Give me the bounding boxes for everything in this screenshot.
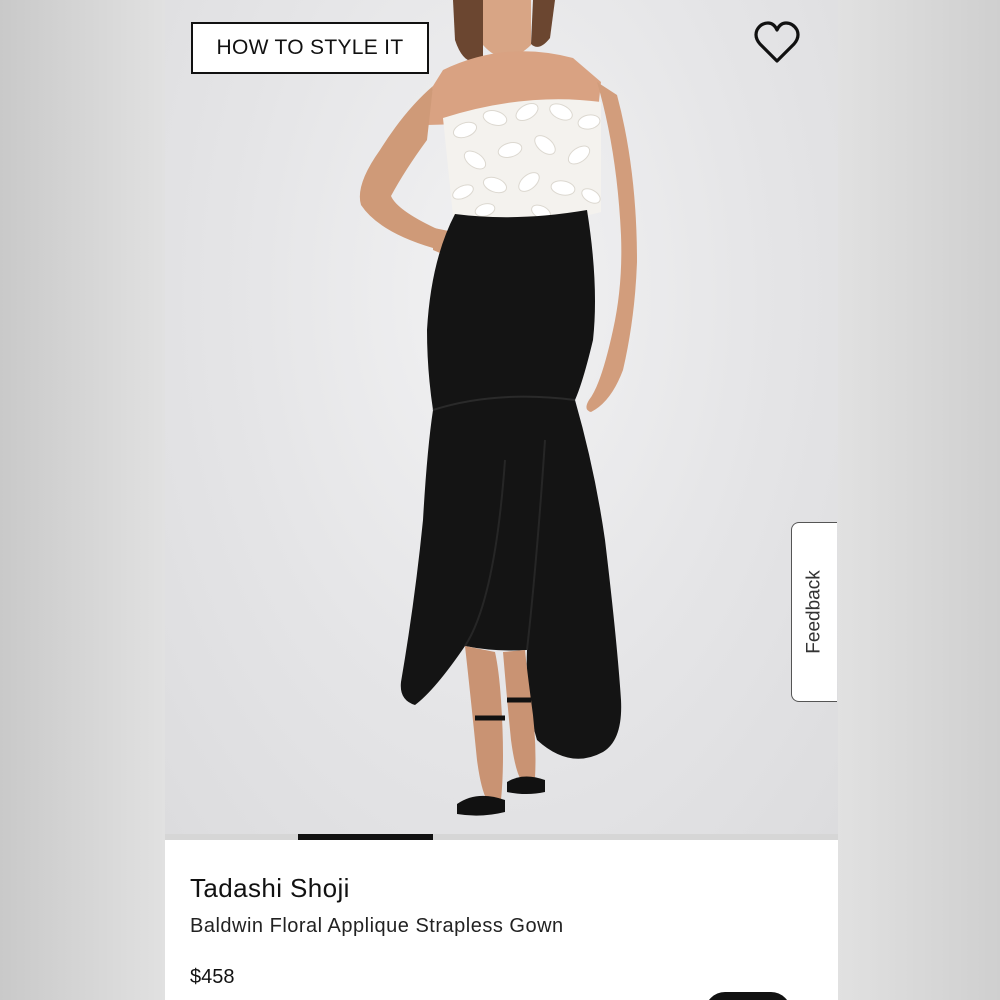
- product-price: $458: [190, 966, 235, 988]
- add-to-bag-button[interactable]: [705, 992, 791, 1000]
- product-image-carousel[interactable]: HOW TO STYLE IT Feedback: [165, 0, 838, 838]
- how-to-style-it-button[interactable]: HOW TO STYLE IT: [191, 22, 429, 74]
- heart-icon[interactable]: [753, 20, 801, 66]
- product-name: Baldwin Floral Applique Strapless Gown: [190, 915, 564, 937]
- left-backdrop: [0, 0, 165, 1000]
- product-screen: HOW TO STYLE IT Feedback Tadashi Shoji B…: [165, 0, 838, 1000]
- product-brand[interactable]: Tadashi Shoji: [190, 873, 350, 904]
- right-backdrop: [838, 0, 1000, 1000]
- feedback-label: Feedback: [803, 570, 825, 654]
- how-to-style-it-label: HOW TO STYLE IT: [216, 36, 404, 59]
- feedback-tab[interactable]: Feedback: [791, 522, 837, 702]
- product-photo: [359, 0, 637, 816]
- carousel-indicator-active: [298, 834, 433, 840]
- carousel-indicator-track: [165, 834, 838, 840]
